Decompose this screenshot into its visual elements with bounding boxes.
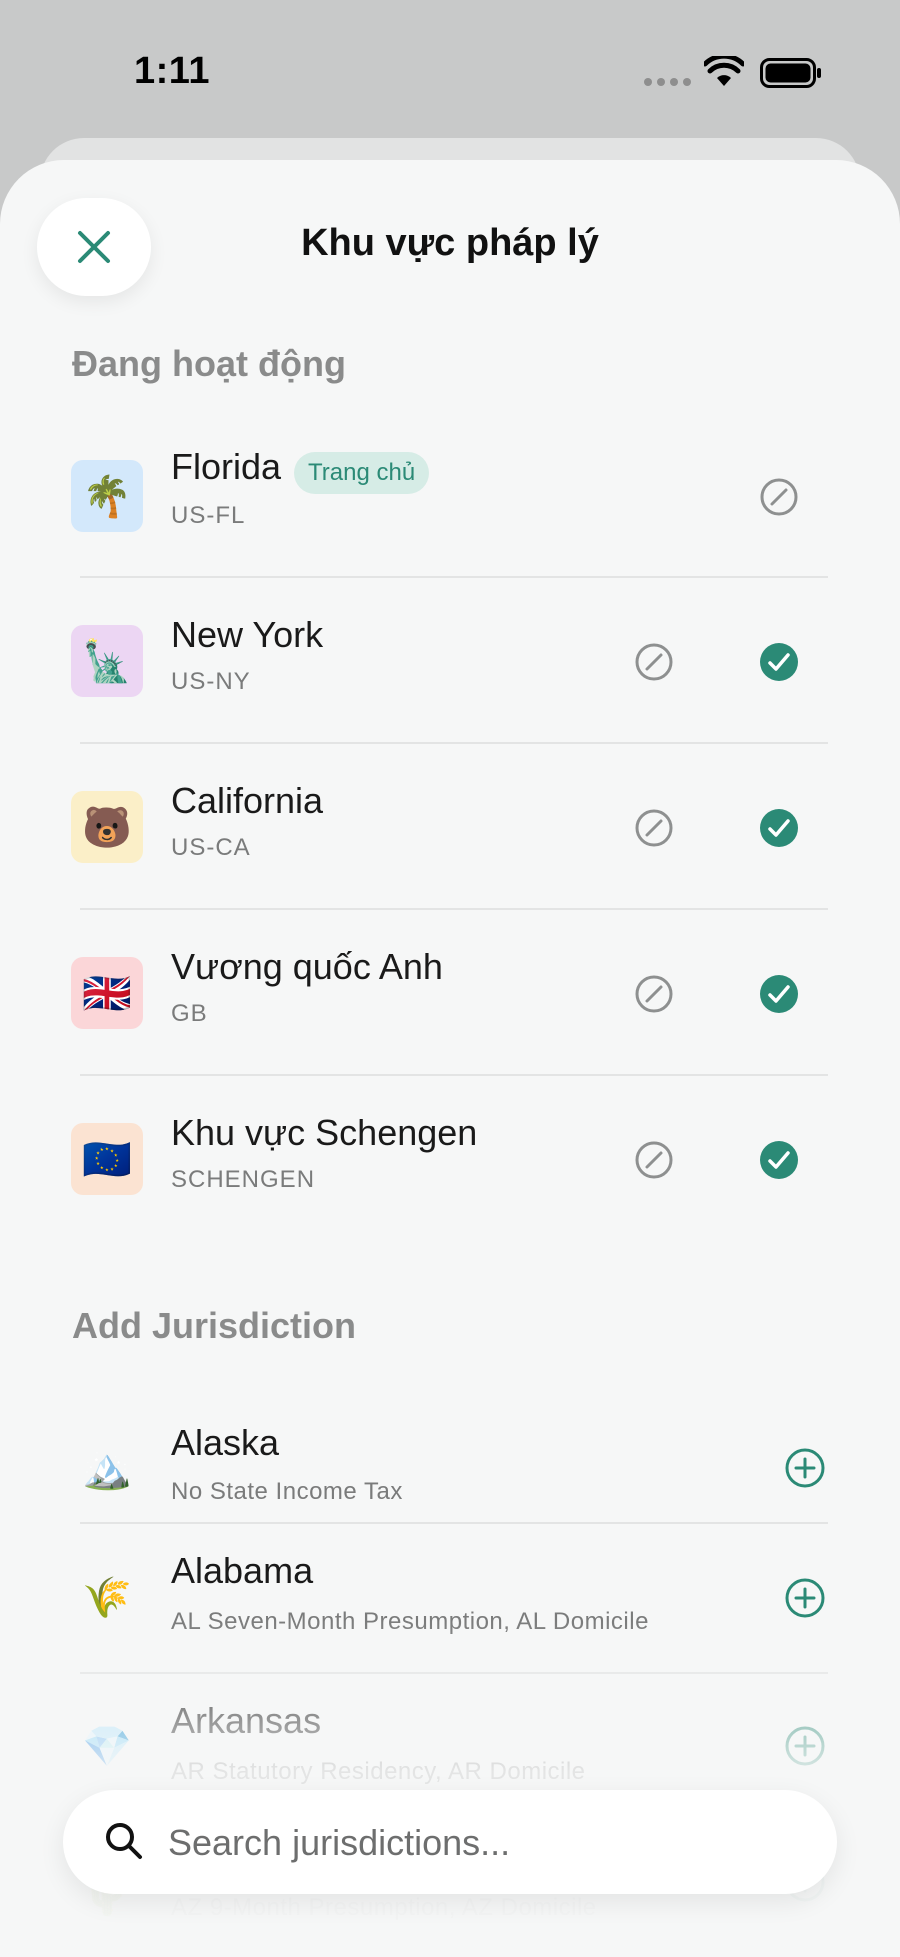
item-name: Vương quốc Anh <box>171 946 443 987</box>
item-name: Alaska <box>171 1422 280 1463</box>
item-name: Florida <box>171 446 282 487</box>
item-description: AR Statutory Residency, AR Domicile <box>171 1758 586 1785</box>
home-badge: Trang chủ <box>294 452 430 494</box>
item-name: California <box>171 780 324 821</box>
item-name: Khu vực Schengen <box>171 1112 478 1153</box>
active-item-united-kingdom[interactable]: 🇬🇧 Vương quốc Anh GB <box>0 910 900 1076</box>
edit-icon[interactable] <box>632 1138 676 1182</box>
new-york-icon: 🗽 <box>71 625 143 697</box>
alabama-icon: 🌾 <box>71 1561 143 1633</box>
jurisdictions-sheet: Khu vực pháp lý Đang hoạt động 🌴 Florida… <box>0 160 900 1957</box>
wifi-icon <box>704 56 744 86</box>
california-icon: 🐻 <box>71 791 143 863</box>
check-icon[interactable] <box>757 806 801 850</box>
wheat-icon: 🌾 <box>82 1575 132 1620</box>
uk-flag-icon: 🇬🇧 <box>82 971 132 1016</box>
item-description: AZ 9-Month Presumption, AZ Domicile <box>171 1894 597 1921</box>
check-icon[interactable] <box>757 1138 801 1182</box>
item-name: New York <box>171 614 324 655</box>
add-item-alabama[interactable]: 🌾 Alabama AL Seven-Month Presumption, AL… <box>0 1524 900 1674</box>
statue-of-liberty-icon: 🗽 <box>82 639 132 684</box>
search-icon <box>106 1823 142 1859</box>
diamond-icon: 💎 <box>82 1724 132 1769</box>
check-icon[interactable] <box>757 640 801 684</box>
edit-icon[interactable] <box>632 640 676 684</box>
item-code: US-CA <box>171 834 251 861</box>
edit-icon[interactable] <box>757 475 801 519</box>
cellular-signal-icon <box>644 78 691 86</box>
search-input[interactable] <box>166 1816 770 1870</box>
item-code: GB <box>171 1000 208 1027</box>
item-description: No State Income Tax <box>171 1478 403 1505</box>
search-bar[interactable] <box>63 1790 837 1894</box>
section-title-add: Add Jurisdiction <box>72 1305 357 1346</box>
add-icon[interactable] <box>783 1446 827 1490</box>
united-kingdom-icon: 🇬🇧 <box>71 957 143 1029</box>
eu-flag-icon: 🇪🇺 <box>82 1137 132 1182</box>
status-time: 1:11 <box>134 50 210 92</box>
active-item-new-york[interactable]: 🗽 New York US-NY <box>0 578 900 744</box>
section-title-active: Đang hoạt động <box>72 343 346 384</box>
item-name: Alabama <box>171 1550 314 1591</box>
edit-icon[interactable] <box>632 972 676 1016</box>
status-bar: 1:11 <box>0 0 900 140</box>
edit-icon[interactable] <box>632 806 676 850</box>
item-name: Arkansas <box>171 1700 322 1741</box>
add-icon[interactable] <box>783 1576 827 1620</box>
active-item-california[interactable]: 🐻 California US-CA <box>0 744 900 910</box>
add-item-alaska[interactable]: 🏔️ Alaska No State Income Tax <box>0 1400 900 1540</box>
item-description: AL Seven-Month Presumption, AL Domicile <box>171 1608 649 1635</box>
schengen-icon: 🇪🇺 <box>71 1123 143 1195</box>
check-icon[interactable] <box>757 972 801 1016</box>
active-item-schengen[interactable]: 🇪🇺 Khu vực Schengen SCHENGEN <box>0 1076 900 1242</box>
add-icon[interactable] <box>783 1724 827 1768</box>
arkansas-icon: 💎 <box>71 1710 143 1782</box>
item-code: US-FL <box>171 502 246 529</box>
mountain-icon: 🏔️ <box>82 1446 132 1491</box>
item-code: US-NY <box>171 668 251 695</box>
alaska-icon: 🏔️ <box>71 1432 143 1504</box>
florida-icon: 🌴 <box>71 460 143 532</box>
item-code: SCHENGEN <box>171 1166 316 1193</box>
active-item-florida[interactable]: 🌴 Florida Trang chủ US-FL <box>0 412 900 582</box>
bear-icon: 🐻 <box>82 805 132 850</box>
palm-tree-icon: 🌴 <box>82 474 132 519</box>
page-title: Khu vực pháp lý <box>301 222 599 264</box>
battery-icon <box>760 58 821 88</box>
